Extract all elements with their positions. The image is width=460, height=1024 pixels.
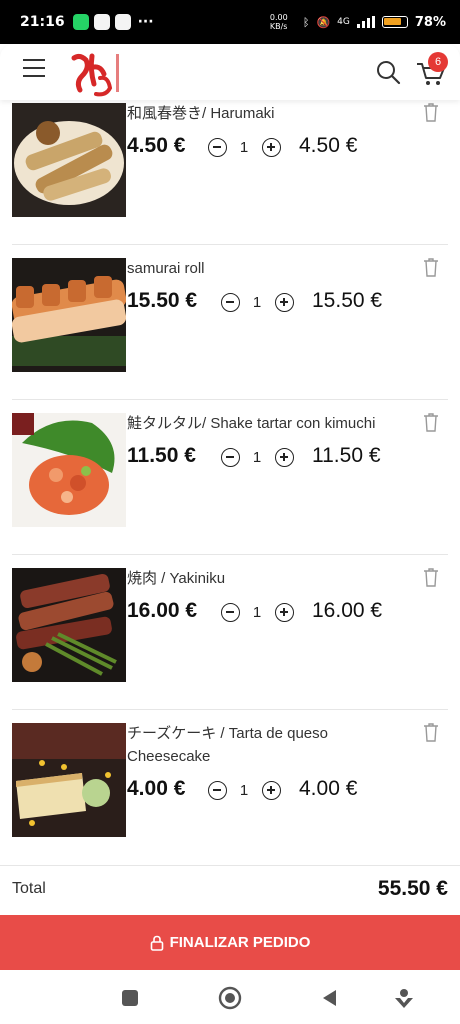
don-logo[interactable] (66, 48, 130, 100)
cart-item: 和風春巻き/ Harumaki 4.50 € 1 4.50 € (0, 100, 460, 245)
status-more: ··· (137, 14, 154, 30)
item-quantity: 1 (239, 139, 249, 156)
app-header: 6 (0, 44, 460, 100)
item-price: 16.00 € (127, 599, 198, 622)
system-nav-bar (0, 970, 460, 1024)
menu-icon[interactable] (23, 59, 45, 77)
mute-icon: 🔕 (316, 15, 331, 29)
yakiniku-image (12, 568, 126, 682)
cart-item: チーズケーキ / Tarta de queso Cheesecake 4.00 … (0, 710, 460, 865)
whatsapp-icon (72, 14, 89, 30)
item-subtotal: 16.00 € (312, 599, 383, 622)
trash-icon[interactable] (423, 722, 439, 742)
item-quantity: 1 (252, 604, 262, 621)
app-icon (114, 14, 131, 30)
item-subtotal: 4.50 € (299, 134, 358, 157)
back-icon[interactable] (318, 986, 342, 1010)
decrease-quantity-button[interactable] (221, 448, 240, 467)
item-quantity: 1 (252, 294, 262, 311)
cart-list: 和風春巻き/ Harumaki 4.50 € 1 4.50 € samurai … (0, 100, 460, 865)
cart-item: 鮭タルタル/ Shake tartar con kimuchi 11.50 € … (0, 400, 460, 555)
cart-item: samurai roll 15.50 € 1 15.50 € (0, 245, 460, 400)
samurai-roll-image (12, 258, 126, 372)
search-icon[interactable] (374, 58, 402, 86)
divider (0, 865, 460, 866)
total-label: Total (12, 880, 46, 897)
battery-icon (381, 16, 408, 28)
trash-icon[interactable] (423, 567, 439, 587)
cart-count-badge: 6 (428, 52, 448, 72)
item-price: 4.50 € (127, 134, 186, 157)
cheesecake-image (12, 723, 126, 837)
trash-icon[interactable] (423, 412, 439, 432)
cart-item: 焼肉 / Yakiniku 16.00 € 1 16.00 € (0, 555, 460, 710)
shake-tartar-image (12, 413, 126, 527)
notes-icon (93, 14, 110, 30)
status-time: 21:16 (20, 14, 65, 30)
item-subtotal: 15.50 € (312, 289, 383, 312)
status-bar: 21:16 ··· 0.00 KB/s ᛒ 🔕 4G 78% (0, 0, 460, 44)
decrease-quantity-button[interactable] (221, 293, 240, 312)
lock-icon (150, 935, 163, 951)
harumaki-image (12, 103, 126, 217)
item-subtotal: 4.00 € (299, 777, 358, 800)
network-type: 4G (337, 17, 350, 27)
increase-quantity-button[interactable] (275, 603, 294, 622)
decrease-quantity-button[interactable] (221, 603, 240, 622)
signal-icon (356, 16, 375, 28)
item-subtotal: 11.50 € (312, 444, 381, 467)
item-name: 焼肉 / Yakiniku (127, 570, 226, 587)
trash-icon[interactable] (423, 102, 439, 122)
increase-quantity-button[interactable] (262, 138, 281, 157)
item-name: 和風春巻き/ Harumaki (127, 105, 275, 122)
item-price: 11.50 € (127, 444, 196, 467)
recent-apps-icon[interactable] (118, 986, 142, 1010)
trash-icon[interactable] (423, 257, 439, 277)
checkout-label: FINALIZAR PEDIDO (169, 934, 311, 951)
total-value: 55.50 € (377, 877, 448, 900)
checkout-button[interactable]: FINALIZAR PEDIDO (0, 915, 460, 970)
increase-quantity-button[interactable] (275, 293, 294, 312)
decrease-quantity-button[interactable] (208, 781, 227, 800)
increase-quantity-button[interactable] (262, 781, 281, 800)
item-quantity: 1 (239, 782, 249, 799)
item-price: 4.00 € (127, 777, 186, 800)
battery-level: 78% (414, 14, 446, 30)
item-price: 15.50 € (127, 289, 198, 312)
item-quantity: 1 (252, 449, 262, 466)
assistant-icon[interactable] (392, 986, 416, 1010)
item-name: samurai roll (127, 260, 205, 277)
decrease-quantity-button[interactable] (208, 138, 227, 157)
home-icon[interactable] (218, 986, 242, 1010)
increase-quantity-button[interactable] (275, 448, 294, 467)
item-name: チーズケーキ / Tarta de queso Cheesecake (127, 725, 328, 765)
bluetooth-icon: ᛒ (302, 15, 310, 29)
net-speed: 0.00 KB/s (269, 13, 288, 31)
item-name: 鮭タルタル/ Shake tartar con kimuchi (127, 415, 376, 432)
